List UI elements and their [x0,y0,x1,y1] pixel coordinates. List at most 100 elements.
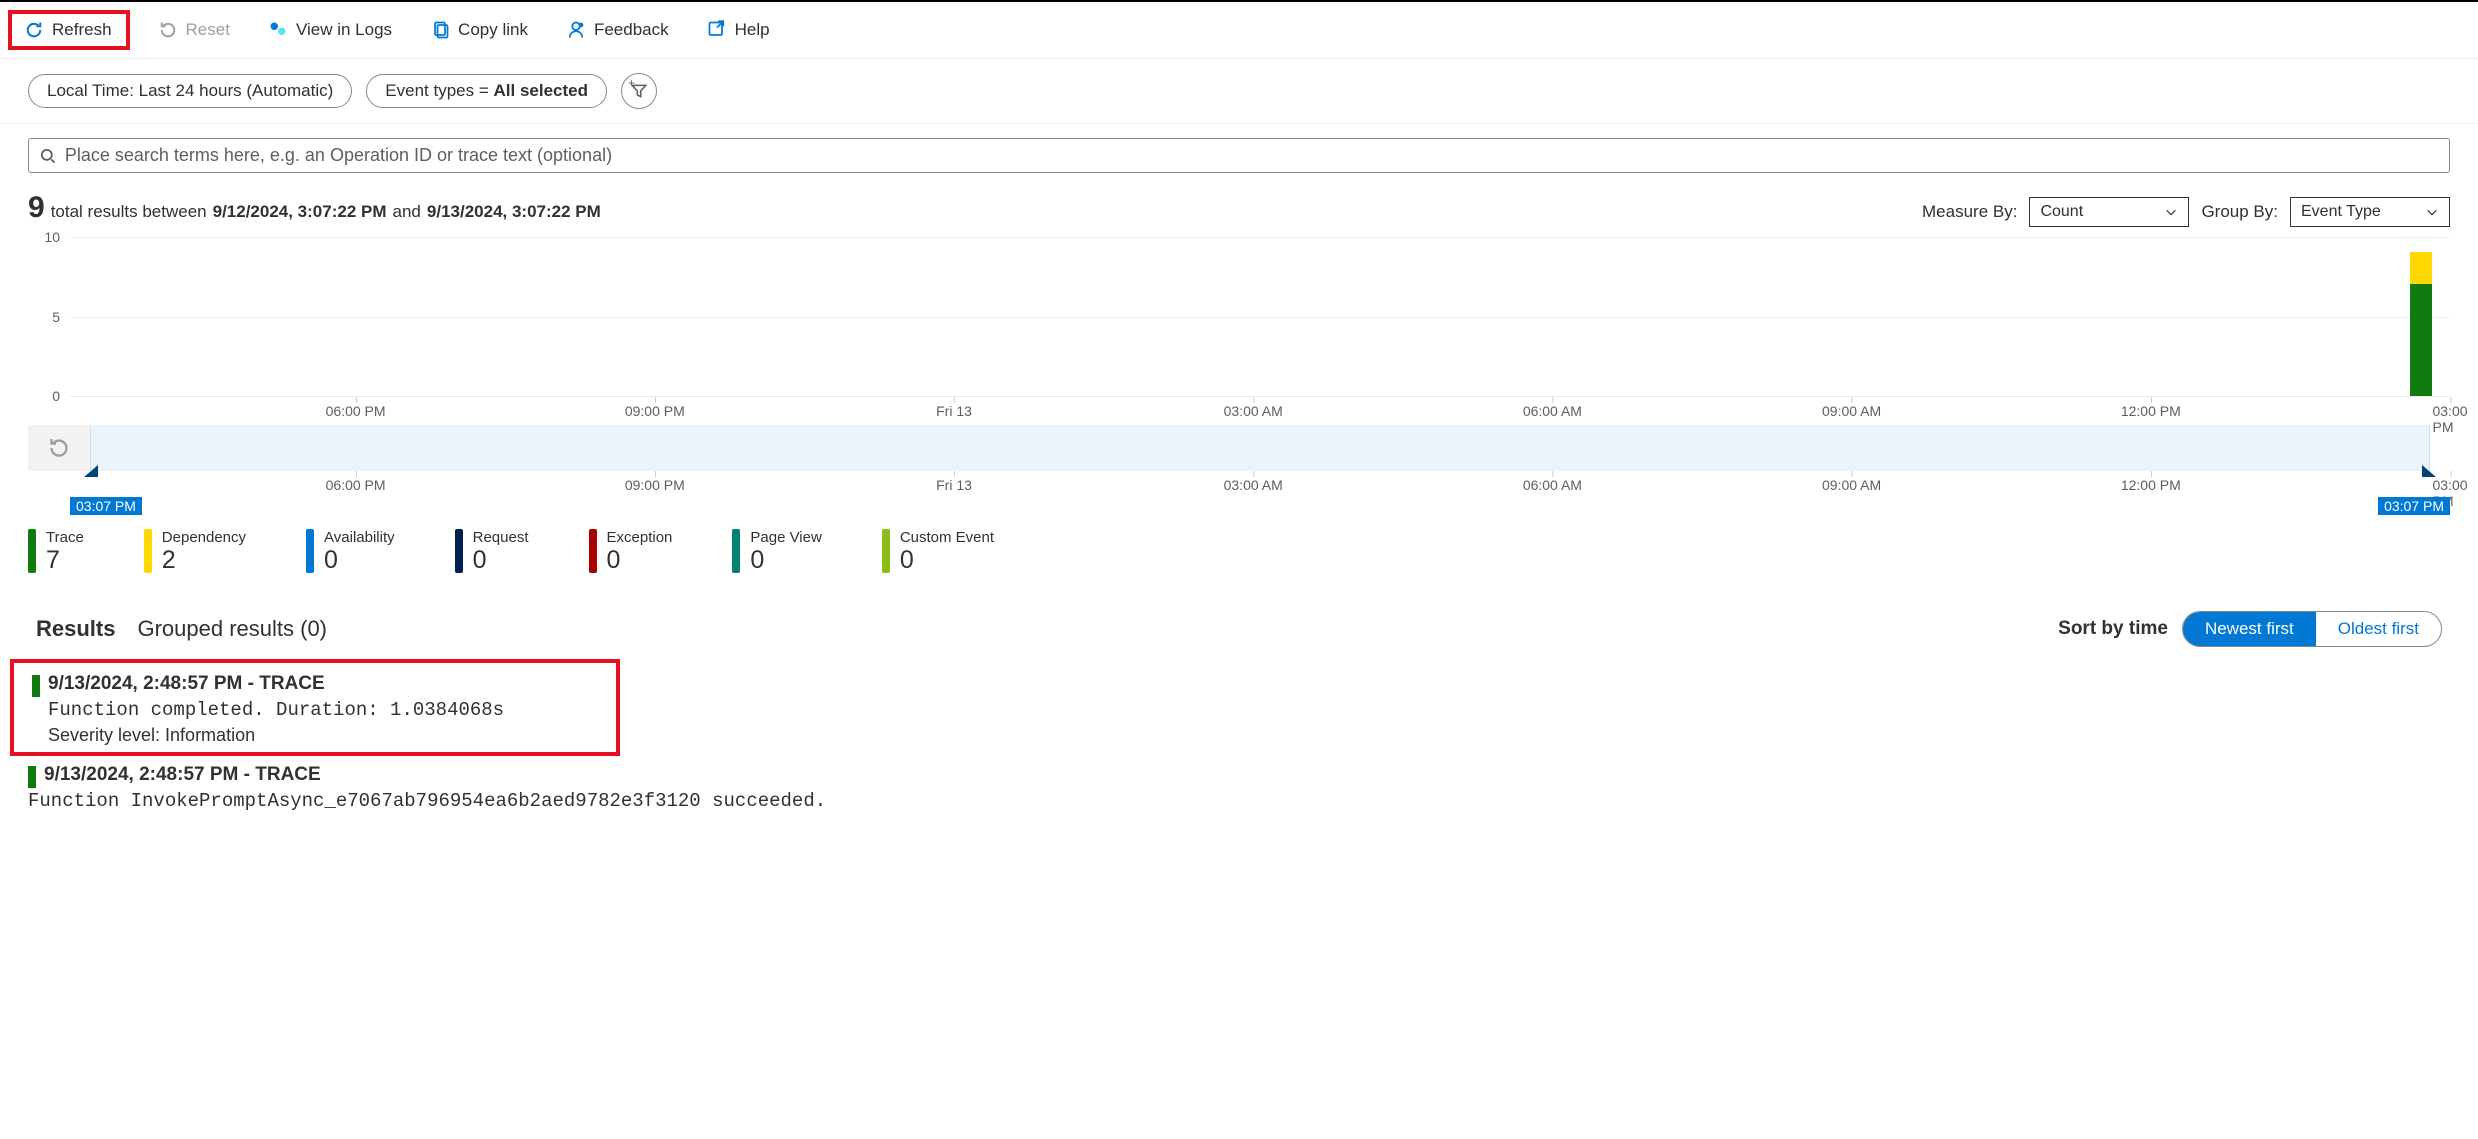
toolbar: Refresh Reset View in Logs Copy link Fee… [0,0,2478,59]
legend-label: Request [473,529,529,546]
chart-x-axis: 06:00 PM09:00 PMFri 1303:00 AM06:00 AM09… [70,397,2450,425]
tab-results[interactable]: Results [36,616,115,642]
x-tick: 06:00 AM [1523,403,1582,419]
gridline [70,317,2450,318]
search-icon [39,147,57,165]
x-tick: Fri 13 [936,403,972,419]
legend-label: Dependency [162,529,246,546]
result-highlight: 9/13/2024, 2:48:57 PM - TRACE Function c… [10,659,620,756]
trace-stripe [28,766,36,788]
y-tick: 10 [44,229,60,245]
legend-row: Trace7Dependency2Availability0Request0Ex… [0,521,2478,575]
time-range-pill[interactable]: Local Time: Last 24 hours (Automatic) [28,74,352,108]
measure-by-value: Count [2040,203,2083,221]
help-icon [707,20,727,40]
x-tick: 09:00 PM [625,403,685,419]
sort-label: Sort by time [2058,618,2168,640]
x-tick: 09:00 AM [1822,477,1881,493]
legend-item[interactable]: Page View0 [732,529,821,575]
refresh-label: Refresh [52,20,112,40]
trace-stripe [32,675,40,697]
x-tick: 09:00 PM [625,477,685,493]
tab-grouped-results[interactable]: Grouped results (0) [137,616,327,642]
copy-link-button[interactable]: Copy link [420,14,538,46]
chevron-down-icon [2425,205,2439,219]
chart-brush[interactable] [70,425,2450,471]
plus-icon: + [628,76,635,90]
legend-value: 0 [607,546,673,575]
help-button[interactable]: Help [697,14,780,46]
event-types-prefix: Event types = [385,81,493,100]
legend-value: 7 [46,546,84,575]
x-tick: Fri 13 [936,477,972,493]
legend-item[interactable]: Dependency2 [144,529,246,575]
chart-main[interactable]: 0510 [70,237,2450,397]
refresh-button[interactable]: Refresh [18,16,118,44]
chevron-down-icon [2164,205,2178,219]
feedback-icon [566,20,586,40]
legend-item[interactable]: Trace7 [28,529,84,575]
legend-item[interactable]: Availability0 [306,529,395,575]
chart-area: 0510 06:00 PM09:00 PMFri 1303:00 AM06:00… [0,231,2478,521]
legend-item[interactable]: Exception0 [589,529,673,575]
refresh-highlight: Refresh [8,10,130,50]
feedback-button[interactable]: Feedback [556,14,679,46]
brush-selection[interactable] [90,425,2430,471]
search-box[interactable] [28,138,2450,173]
view-in-logs-label: View in Logs [296,20,392,40]
sort-area: Sort by time Newest first Oldest first [2058,611,2442,647]
gridline [70,237,2450,238]
brush-reset-button[interactable] [28,425,90,471]
search-input[interactable] [65,145,2439,166]
feedback-label: Feedback [594,20,669,40]
chart-bar[interactable] [2410,252,2432,396]
legend-color-bar [144,529,152,573]
brush-labels: 03:07 PM 03:07 PM [70,497,2450,521]
result-message: Function completed. Duration: 1.0384068s [48,699,598,721]
bar-segment-dependency [2410,252,2432,284]
x-tick: 12:00 PM [2121,477,2181,493]
reset-button: Reset [148,14,240,46]
legend-label: Trace [46,529,84,546]
copy-link-icon [430,20,450,40]
measure-by-select[interactable]: Count [2029,197,2189,227]
group-by-label: Group By: [2201,202,2278,222]
legend-color-bar [28,529,36,573]
legend-value: 0 [750,546,821,575]
result-item[interactable]: 9/13/2024, 2:48:57 PM - TRACE [32,671,598,699]
result-item[interactable]: 9/13/2024, 2:48:57 PM - TRACE Function I… [28,762,2478,812]
x-tick: 06:00 PM [326,477,386,493]
group-by-select[interactable]: Event Type [2290,197,2450,227]
time-range-label: Local Time: Last 24 hours (Automatic) [47,81,333,100]
summary-to: 9/13/2024, 3:07:22 PM [427,202,601,222]
undo-icon [158,20,178,40]
legend-label: Page View [750,529,821,546]
result-header: 9/13/2024, 2:48:57 PM - TRACE [48,673,325,697]
event-types-pill[interactable]: Event types = All selected [366,74,607,108]
bar-segment-trace [2410,284,2432,396]
undo-icon [47,436,71,460]
view-in-logs-button[interactable]: View in Logs [258,14,402,46]
sort-oldest-first[interactable]: Oldest first [2316,612,2441,646]
summary-row: 9 total results between 9/12/2024, 3:07:… [0,181,2478,231]
legend-color-bar [589,529,597,573]
event-types-value: All selected [494,81,589,100]
legend-color-bar [455,529,463,573]
copy-link-label: Copy link [458,20,528,40]
sort-toggle: Newest first Oldest first [2182,611,2442,647]
y-tick: 0 [52,388,60,404]
help-label: Help [735,20,770,40]
add-filter-button[interactable]: + [621,73,657,109]
legend-color-bar [882,529,890,573]
x-tick: 06:00 PM [326,403,386,419]
legend-item[interactable]: Request0 [455,529,529,575]
logs-icon [268,20,288,40]
result-count: 9 [28,191,45,225]
brush-end-label: 03:07 PM [2378,497,2450,515]
sort-newest-first[interactable]: Newest first [2183,612,2316,646]
result-header: 9/13/2024, 2:48:57 PM - TRACE [44,764,321,788]
x-tick: 09:00 AM [1822,403,1881,419]
x-tick: 12:00 PM [2121,403,2181,419]
legend-item[interactable]: Custom Event0 [882,529,994,575]
legend-label: Custom Event [900,529,994,546]
